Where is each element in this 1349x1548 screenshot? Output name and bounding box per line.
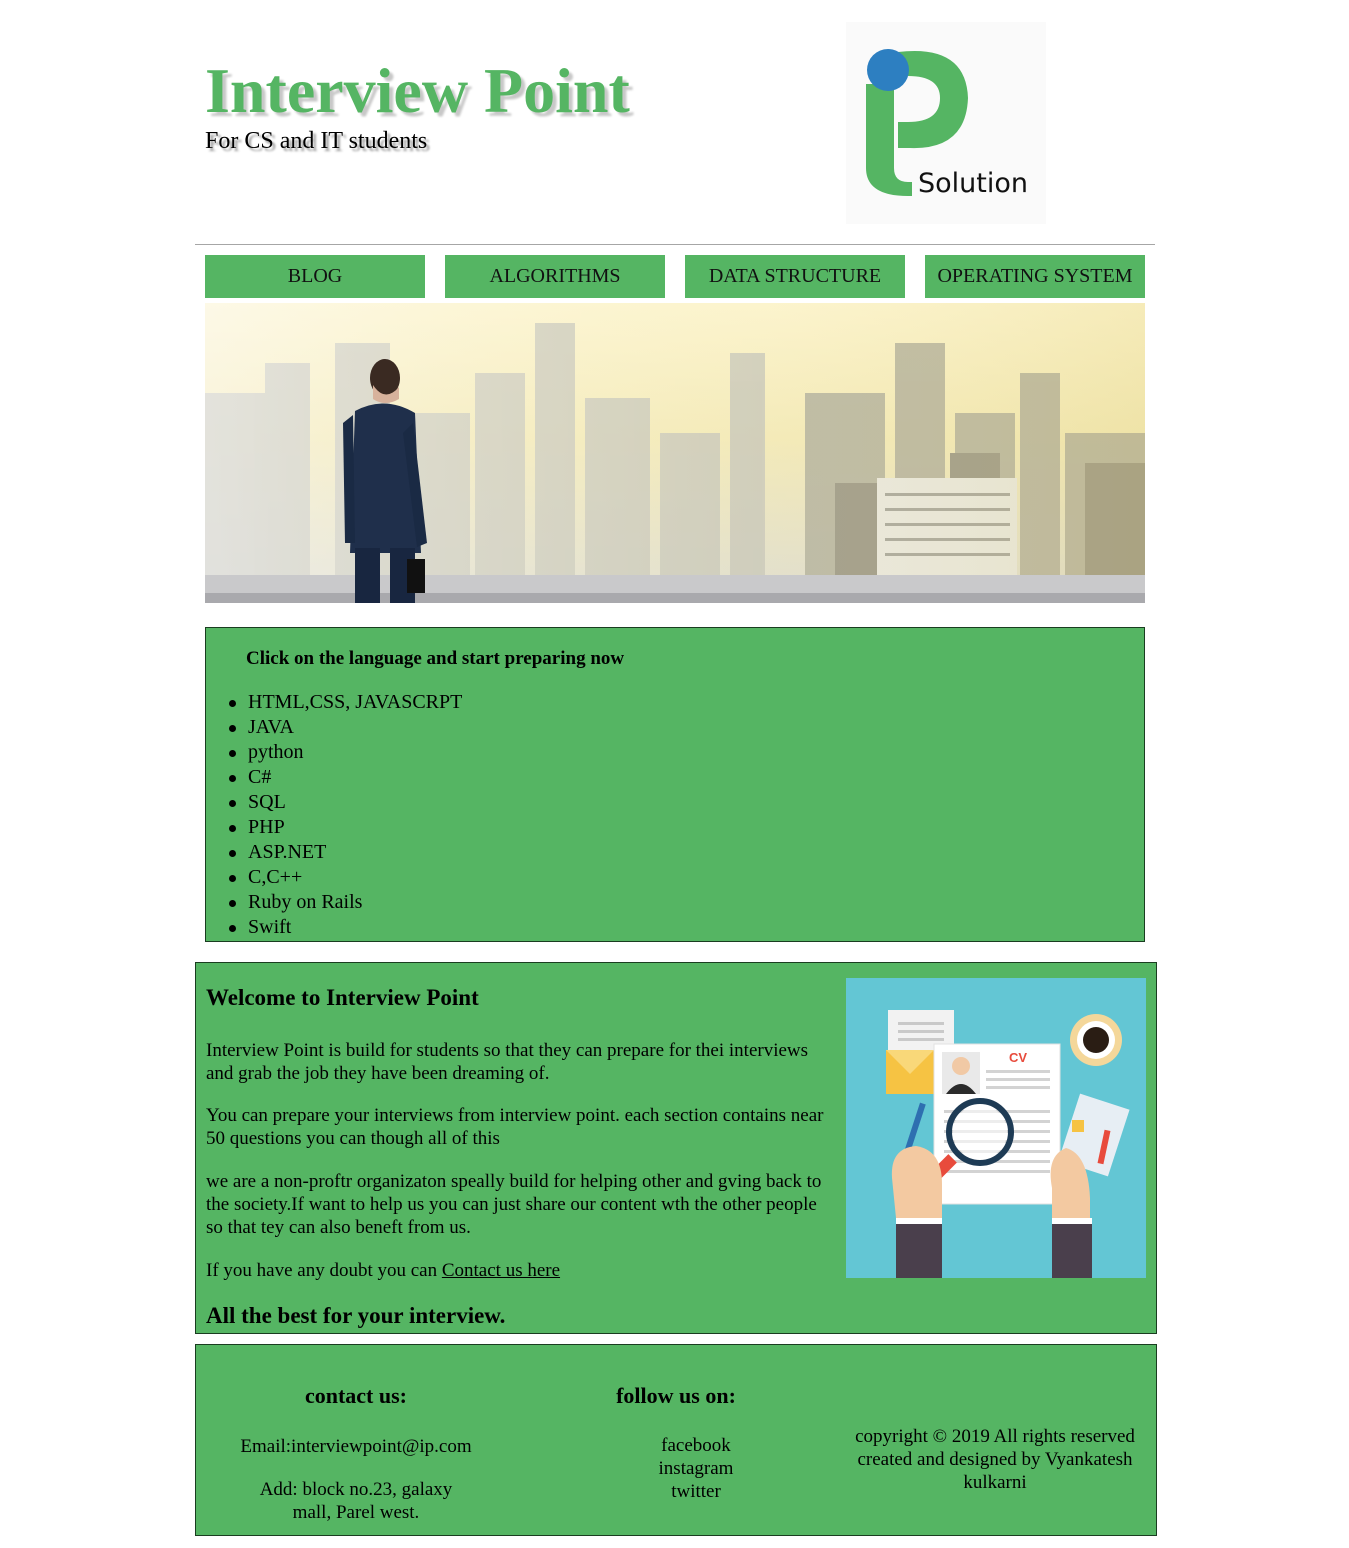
- logo-text: Solution: [918, 168, 1028, 199]
- language-item[interactable]: C,C++: [228, 865, 462, 890]
- follow-heading: follow us on:: [616, 1383, 736, 1408]
- welcome-paragraph: You can prepare your interviews from int…: [206, 1105, 824, 1149]
- site-title: Interview Point: [205, 55, 630, 126]
- language-item[interactable]: ASP.NET: [228, 840, 462, 865]
- language-item[interactable]: SQL: [228, 790, 462, 815]
- welcome-section: Welcome to Interview Point Interview Poi…: [195, 962, 1157, 1334]
- language-item[interactable]: C#: [228, 765, 462, 790]
- closing-message: All the best for your interview.: [206, 1303, 506, 1328]
- contact-heading: contact us:: [304, 1383, 408, 1408]
- language-item[interactable]: PHP: [228, 815, 462, 840]
- welcome-paragraph: Interview Point is build for students so…: [206, 1040, 809, 1084]
- footer-copyright: copyright © 2019 All rights reserved cre…: [842, 1425, 1148, 1494]
- cv-illustration: CV: [846, 978, 1146, 1278]
- language-heading: Click on the language and start preparin…: [246, 648, 625, 669]
- hero-image: [205, 303, 1145, 603]
- site-tagline: For CS and IT students: [205, 128, 428, 154]
- welcome-paragraph: we are a non-proftr organizaton speally …: [206, 1171, 822, 1238]
- social-links: facebook instagram twitter: [606, 1434, 786, 1503]
- nav-operating-system[interactable]: OPERATING SYSTEM: [925, 255, 1145, 298]
- contact-address: Add: block no.23, galaxy mall, Parel wes…: [259, 1479, 453, 1523]
- contact-prompt: If you have any doubt you can Contact us…: [206, 1259, 831, 1282]
- language-item[interactable]: Swift: [228, 915, 462, 940]
- welcome-title: Welcome to Interview Point: [206, 985, 479, 1010]
- language-list: HTML,CSS, JAVASCRPT JAVA python C# SQL P…: [228, 690, 462, 940]
- contact-email: Email:interviewpoint@ip.com: [240, 1436, 472, 1457]
- nav-data-structure[interactable]: DATA STRUCTURE: [685, 255, 905, 298]
- contact-prompt-text: If you have any doubt you can: [206, 1260, 442, 1281]
- language-item[interactable]: Ruby on Rails: [228, 890, 462, 915]
- logo: Solution: [846, 22, 1046, 224]
- social-instagram[interactable]: instagram: [606, 1457, 786, 1480]
- social-facebook[interactable]: facebook: [606, 1434, 786, 1457]
- header-divider: [195, 244, 1155, 245]
- language-item[interactable]: python: [228, 740, 462, 765]
- cv-label: CV: [1009, 1050, 1027, 1065]
- nav-blog[interactable]: BLOG: [205, 255, 425, 298]
- social-twitter[interactable]: twitter: [606, 1480, 786, 1503]
- footer-follow: follow us on:: [586, 1383, 766, 1409]
- language-item[interactable]: JAVA: [228, 715, 462, 740]
- nav-algorithms[interactable]: ALGORITHMS: [445, 255, 665, 298]
- footer: contact us: Email:interviewpoint@ip.com …: [195, 1344, 1157, 1536]
- language-box: Click on the language and start preparin…: [205, 627, 1145, 942]
- copyright-text: copyright © 2019 All rights reserved cre…: [855, 1426, 1135, 1493]
- contact-link[interactable]: Contact us here: [442, 1260, 560, 1281]
- footer-contact: contact us: Email:interviewpoint@ip.com …: [216, 1383, 496, 1524]
- language-item[interactable]: HTML,CSS, JAVASCRPT: [228, 690, 462, 715]
